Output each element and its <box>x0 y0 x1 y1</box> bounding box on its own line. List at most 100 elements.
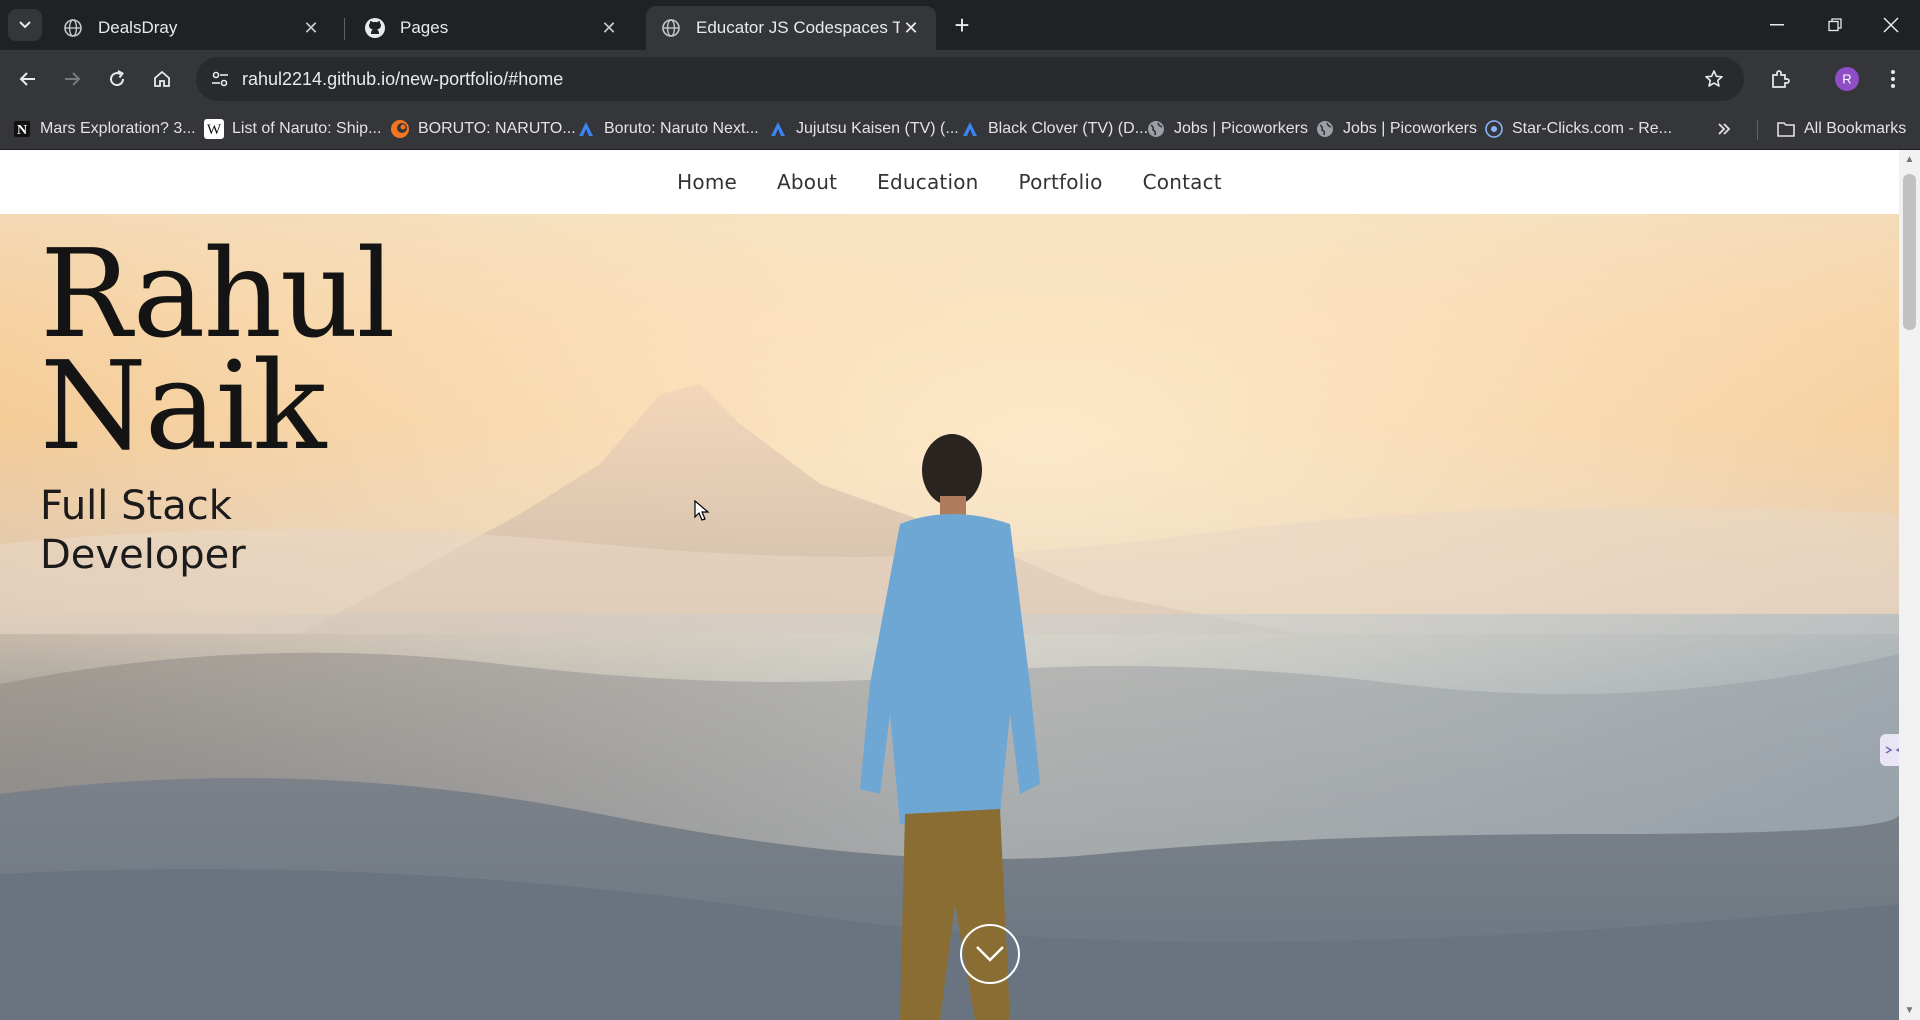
nav-portfolio[interactable]: Portfolio <box>999 170 1123 194</box>
close-tab-icon[interactable]: ✕ <box>598 17 620 39</box>
puzzle-icon <box>1772 70 1790 88</box>
double-chevron-right-icon <box>1718 123 1731 135</box>
home-icon <box>154 70 170 87</box>
close-tab-icon[interactable]: ✕ <box>300 17 322 39</box>
mouse-cursor-icon <box>694 500 710 521</box>
chevron-down-icon <box>976 946 1004 962</box>
globe-icon <box>62 17 84 39</box>
bookmark-label: Black Clover (TV) (D... <box>988 120 1149 137</box>
nav-education[interactable]: Education <box>857 170 998 194</box>
url-text[interactable]: rahul2214.github.io/new-portfolio/#home <box>242 69 563 90</box>
minimize-icon <box>1770 24 1784 26</box>
wikipedia-icon: W <box>204 119 224 139</box>
bookmark-item[interactable]: Jobs | Picoworkers <box>1315 114 1477 144</box>
anime-site-icon <box>576 119 596 139</box>
extensions-button[interactable] <box>1762 61 1798 97</box>
page-viewport: Home About Education Portfolio Contact R… <box>0 150 1920 1020</box>
site-info-button[interactable] <box>202 61 238 97</box>
bookmark-label: Jobs | Picoworkers <box>1174 120 1308 137</box>
tab-pages[interactable]: Pages ✕ <box>350 6 634 50</box>
close-window-button[interactable] <box>1862 0 1920 50</box>
notion-icon: N <box>12 119 32 139</box>
more-vert-icon <box>1891 70 1895 88</box>
bookmark-item[interactable]: Jujutsu Kaisen (TV) (... <box>768 114 959 144</box>
bookmark-item[interactable]: Jobs | Picoworkers <box>1146 114 1308 144</box>
nav-home[interactable]: Home <box>657 170 757 194</box>
scroll-up-arrow-icon[interactable]: ▲ <box>1904 154 1915 165</box>
menu-button[interactable] <box>1875 61 1911 97</box>
hero-role: Full Stack Developer <box>40 482 246 580</box>
globe-icon <box>660 17 682 39</box>
hero-section: Rahul Naik Full Stack Developer <box>0 214 1899 1020</box>
bookmark-label: Mars Exploration? 3... <box>40 120 196 137</box>
bookmark-label: Boruto: Naruto Next... <box>604 120 759 137</box>
restore-icon <box>1828 18 1842 32</box>
scrollbar-thumb[interactable] <box>1903 174 1916 330</box>
site-nav: Home About Education Portfolio Contact <box>0 150 1899 214</box>
scroll-down-button[interactable] <box>960 924 1020 984</box>
hero-role-line1: Full Stack <box>40 483 232 529</box>
tab-strip: DealsDray ✕ Pages ✕ Educator JS Codespac… <box>0 0 1920 50</box>
tune-icon <box>212 71 228 87</box>
star-icon <box>1705 70 1723 87</box>
bookmark-item[interactable]: BORUTO: NARUTO... <box>390 114 576 144</box>
profile-initial: R <box>1842 72 1851 87</box>
close-tab-icon[interactable]: ✕ <box>900 17 922 39</box>
tab-title: Educator JS Codespaces Templa <box>696 18 900 37</box>
globe-icon <box>1315 119 1335 139</box>
bookmark-star-button[interactable] <box>1696 61 1732 97</box>
arrow-left-icon <box>19 72 35 86</box>
reload-icon <box>110 70 125 87</box>
chevron-down-icon <box>19 21 31 29</box>
tab-search-button[interactable] <box>8 9 42 41</box>
hero-name-line1: Rahul <box>40 223 396 365</box>
crunchyroll-icon <box>390 119 410 139</box>
tab-educator-js[interactable]: Educator JS Codespaces Templa ✕ <box>646 6 936 50</box>
tab-separator <box>344 18 345 40</box>
bookmark-label: List of Naruto: Ship... <box>232 120 382 137</box>
bookmark-label: BORUTO: NARUTO... <box>418 120 576 137</box>
all-bookmarks-label: All Bookmarks <box>1804 120 1907 137</box>
profile-button[interactable]: R <box>1829 61 1865 97</box>
avatar: R <box>1835 67 1859 91</box>
bookmark-item[interactable]: Black Clover (TV) (D... <box>960 114 1148 144</box>
bookmark-label: Jobs | Picoworkers <box>1343 120 1477 137</box>
tab-dealsdray[interactable]: DealsDray ✕ <box>48 6 336 50</box>
browser-toolbar: rahul2214.github.io/new-portfolio/#home … <box>0 50 1920 108</box>
globe-icon <box>1146 119 1166 139</box>
bookmark-item[interactable]: W List of Naruto: Ship... <box>204 114 381 144</box>
reload-button[interactable] <box>99 61 135 97</box>
anime-site-icon <box>960 119 980 139</box>
all-bookmarks-button[interactable]: All Bookmarks <box>1776 114 1906 144</box>
close-icon <box>1883 17 1899 33</box>
bookmark-item[interactable]: N Mars Exploration? 3... <box>12 114 196 144</box>
hero-role-line2: Developer <box>40 532 246 578</box>
bookmark-item[interactable]: Boruto: Naruto Next... <box>576 114 759 144</box>
bookmarks-divider <box>1757 120 1758 140</box>
forward-button[interactable] <box>54 61 90 97</box>
bookmark-item[interactable]: Star-Clicks.com - Re... <box>1484 114 1672 144</box>
folder-icon <box>1776 119 1796 139</box>
tab-title: Pages <box>400 18 449 37</box>
address-bar[interactable]: rahul2214.github.io/new-portfolio/#home <box>196 57 1744 101</box>
restore-button[interactable] <box>1806 0 1864 50</box>
star-clicks-icon <box>1484 119 1504 139</box>
hero-name: Rahul Naik <box>40 223 396 477</box>
new-tab-button[interactable]: + <box>948 10 976 40</box>
anime-site-icon <box>768 119 788 139</box>
arrow-right-icon <box>65 72 81 86</box>
tab-title: DealsDray <box>98 18 178 37</box>
back-button[interactable] <box>10 61 46 97</box>
page-scrollbar[interactable]: ▲ ▼ <box>1899 150 1920 1020</box>
nav-about[interactable]: About <box>757 170 857 194</box>
github-icon <box>364 17 386 39</box>
minimize-button[interactable] <box>1748 0 1806 50</box>
scroll-down-arrow-icon[interactable]: ▼ <box>1904 1005 1915 1016</box>
svg-text:N: N <box>17 123 27 138</box>
hero-name-line2: Naik <box>40 335 326 477</box>
bookmark-label: Star-Clicks.com - Re... <box>1512 120 1673 137</box>
nav-contact[interactable]: Contact <box>1123 170 1242 194</box>
svg-text:W: W <box>207 122 222 138</box>
home-button[interactable] <box>144 61 180 97</box>
more-bookmarks-button[interactable] <box>1716 114 1732 144</box>
